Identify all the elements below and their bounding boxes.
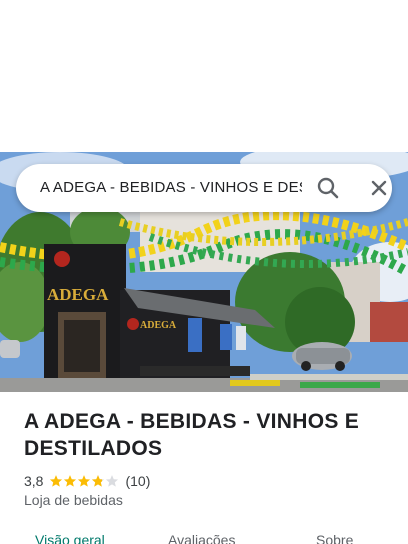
clear-search-button[interactable] — [366, 175, 392, 201]
search-icon — [317, 177, 339, 199]
rating-value: 3,8 — [24, 473, 44, 489]
place-tabs: Visão geral Avaliações Sobre — [0, 528, 408, 544]
star-full-icon — [78, 475, 91, 487]
place-page: ADEGA ADEGA A ADEGA - BEBIDAS - VINHOS E… — [0, 0, 408, 544]
sign-text: ADEGA — [47, 285, 109, 304]
tab-about[interactable]: Sobre — [316, 532, 353, 544]
star-empty-icon — [106, 475, 119, 487]
place-category: Loja de bebidas — [24, 492, 123, 508]
star-full-icon — [64, 475, 77, 487]
close-icon — [371, 180, 387, 196]
star-partial-icon — [92, 475, 105, 487]
search-input[interactable]: A ADEGA - BEBIDAS - VINHOS E DESTILADOS — [40, 164, 302, 212]
star-rating — [49, 474, 119, 488]
tab-overview[interactable]: Visão geral — [35, 532, 105, 544]
search-bar[interactable]: A ADEGA - BEBIDAS - VINHOS E DESTILADOS — [16, 164, 392, 212]
star-full-icon — [50, 475, 63, 487]
review-count[interactable]: (10) — [125, 473, 150, 489]
search-button[interactable] — [314, 174, 342, 202]
rating-row[interactable]: 3,8 (10) — [24, 471, 150, 491]
place-title: A ADEGA - BEBIDAS - VINHOS E DESTILADOS — [24, 410, 360, 460]
awning-text: ADEGA — [140, 320, 177, 331]
map-blank-area — [0, 0, 408, 152]
tab-reviews[interactable]: Avaliações — [168, 532, 235, 544]
